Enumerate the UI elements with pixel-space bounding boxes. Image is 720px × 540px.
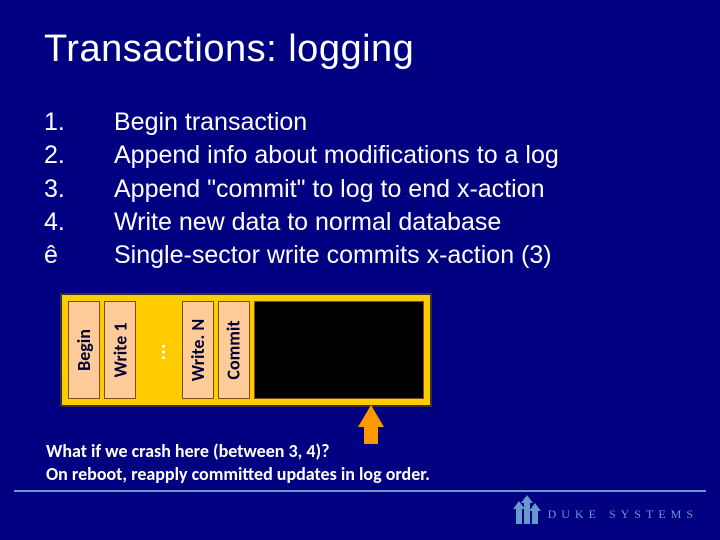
slide-title: Transactions: logging	[0, 0, 720, 71]
list-number: 1.	[44, 107, 114, 138]
list-number: ê	[44, 240, 114, 271]
bullet-list: 1. Begin transaction 2. Append info abou…	[0, 71, 720, 271]
log-entry-ellipsis: …	[140, 340, 178, 361]
list-number: 2.	[44, 140, 114, 171]
log-entry-write1: Write 1	[104, 301, 136, 399]
list-text: Single-sector write commits x-action (3)	[114, 240, 720, 271]
list-item: 2. Append info about modifications to a …	[44, 140, 720, 171]
list-item: 1. Begin transaction	[44, 107, 720, 138]
caption-line: On reboot, reapply committed updates in …	[46, 463, 430, 486]
log-entry-begin: Begin	[68, 301, 100, 399]
list-item: 3. Append "commit" to log to end x-actio…	[44, 174, 720, 205]
arrow-up-icon	[358, 405, 384, 427]
list-number: 3.	[44, 174, 114, 205]
list-number: 4.	[44, 207, 114, 238]
log-label: Commit	[223, 320, 245, 379]
logo-text: Duke Systems	[548, 507, 698, 524]
log-entry-commit: Commit	[218, 301, 250, 399]
log-label: Begin	[73, 329, 95, 371]
list-text: Append info about modifications to a log	[114, 140, 720, 171]
log-entry-empty	[254, 301, 424, 399]
log-label: Write. N	[187, 319, 209, 381]
list-text: Begin transaction	[114, 107, 720, 138]
log-entry-writen: Write. N	[182, 301, 214, 399]
log-label: Write 1	[109, 323, 131, 378]
list-text: Append "commit" to log to end x-action	[114, 174, 720, 205]
list-text: Write new data to normal database	[114, 207, 720, 238]
footer-divider	[14, 490, 706, 492]
log-label: …	[149, 340, 170, 361]
caption-line: What if we crash here (between 3, 4)?	[46, 440, 430, 463]
logo-mark-icon	[516, 500, 538, 524]
footer-logo: Duke Systems	[516, 500, 698, 524]
list-item: 4. Write new data to normal database	[44, 207, 720, 238]
list-item: ê Single-sector write commits x-action (…	[44, 240, 720, 271]
log-diagram: Begin Write 1 … Write. N Commit	[60, 293, 432, 407]
caption: What if we crash here (between 3, 4)? On…	[46, 440, 430, 485]
